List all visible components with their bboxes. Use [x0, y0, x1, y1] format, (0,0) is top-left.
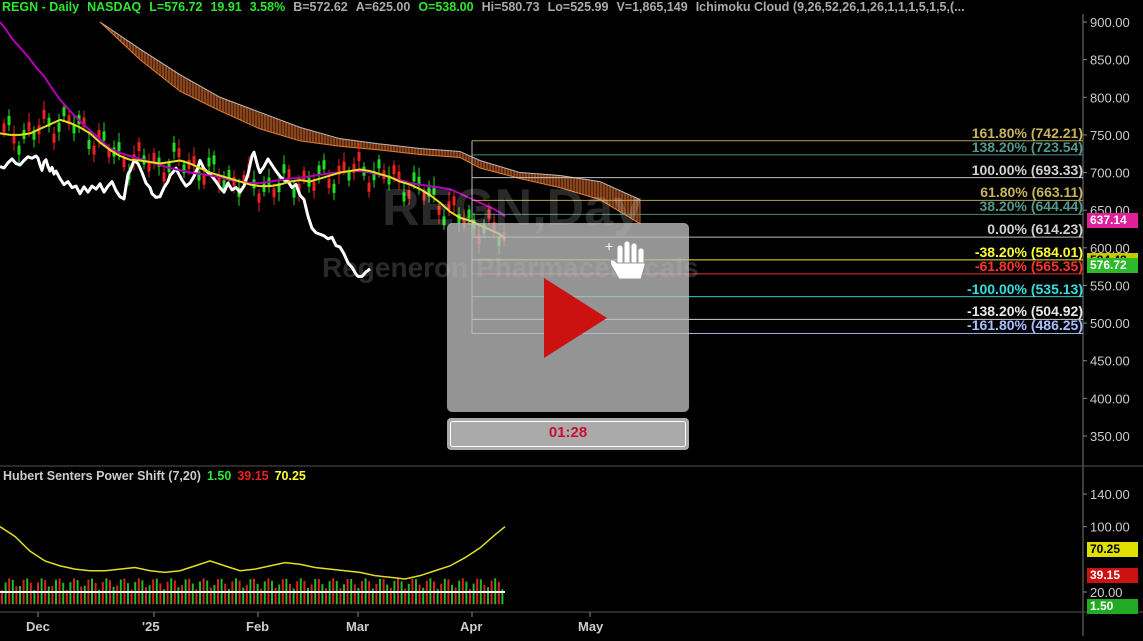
- play-icon[interactable]: [447, 223, 689, 412]
- indicator-value-2: 39.15: [237, 469, 269, 483]
- candle-body: [262, 182, 266, 192]
- candle-body: [257, 193, 261, 203]
- indicator-tick-label: 100.00: [1090, 520, 1130, 535]
- candle-body: [202, 175, 206, 185]
- time-tick-label: Mar: [346, 619, 369, 634]
- time-tick-label: '25: [142, 619, 160, 634]
- price-tag: 576.72: [1087, 258, 1138, 274]
- indicator-tick-label: 140.00: [1090, 487, 1130, 502]
- video-time-bar[interactable]: 01:28: [447, 418, 689, 450]
- price-tick-label: 850.00: [1090, 53, 1130, 68]
- indicator-header: Hubert Senters Power Shift (7,20) 1.50 39.…: [3, 469, 312, 483]
- chart-header: REGN - Daily NASDAQ L=576.72 19.91 3.58% B=57…: [2, 0, 973, 14]
- candle-body: [207, 157, 211, 167]
- candle-body: [162, 172, 166, 182]
- candle-body: [122, 158, 126, 168]
- fib-level-label: -61.80% (565.35): [974, 257, 1083, 274]
- candle-body: [42, 109, 46, 119]
- price-tick-label: 450.00: [1090, 354, 1130, 369]
- candle-body: [52, 133, 56, 143]
- video-player-overlay[interactable]: +: [447, 223, 689, 412]
- candle-body: [147, 162, 151, 172]
- change-pct: 3.58%: [249, 0, 286, 14]
- ask-value: A=625.00: [355, 0, 411, 14]
- candle-body: [367, 182, 371, 192]
- change-value: 19.91: [210, 0, 242, 14]
- time-tick-label: Dec: [26, 619, 50, 634]
- candle-body: [292, 188, 296, 198]
- indicator-value-1: 1.50: [206, 469, 232, 483]
- fib-level-label: 100.00% (693.33): [971, 161, 1083, 178]
- candle-body: [312, 181, 316, 191]
- candle-body: [92, 145, 96, 155]
- candle-body: [7, 116, 11, 126]
- indicator-tag: 70.25: [1087, 542, 1138, 557]
- high-value: Hi=580.73: [481, 0, 540, 14]
- candle-body: [137, 141, 141, 151]
- fib-level-label: -100.00% (535.13): [967, 280, 1083, 297]
- price-tick-label: 750.00: [1090, 128, 1130, 143]
- candle-body: [27, 121, 31, 131]
- price-tag: 637.14: [1087, 212, 1138, 228]
- price-tick-label: 500.00: [1090, 316, 1130, 331]
- exchange-label: NASDAQ: [87, 0, 142, 14]
- candle-body: [102, 131, 106, 141]
- candle-body: [57, 122, 61, 132]
- fib-level-label: 38.20% (644.44): [979, 198, 1083, 215]
- candle-body: [282, 164, 286, 174]
- indicator-tag: 1.50: [1087, 599, 1138, 614]
- candle-body: [212, 155, 216, 165]
- video-time: 01:28: [548, 424, 588, 441]
- candle-body: [317, 165, 321, 175]
- study-label: Ichimoku Cloud (9,26,52,26,1,26,1,1,1,5,…: [695, 0, 965, 14]
- candle-body: [17, 145, 21, 155]
- candle-body: [327, 179, 331, 189]
- price-tick-label: 550.00: [1090, 278, 1130, 293]
- volume-value: V=1,865,149: [616, 0, 688, 14]
- time-tick-label: May: [578, 619, 604, 634]
- fib-level-label: 0.00% (614.23): [987, 221, 1083, 238]
- price-tick-label: 350.00: [1090, 429, 1130, 444]
- svg-text:+: +: [605, 238, 613, 254]
- candle-body: [172, 142, 176, 152]
- candle-body: [342, 161, 346, 171]
- time-tick-label: Apr: [460, 619, 482, 634]
- candle-body: [347, 171, 351, 181]
- candle-body: [152, 152, 156, 162]
- candle-body: [62, 107, 66, 117]
- price-tick-label: 900.00: [1090, 15, 1130, 30]
- bid-value: B=572.62: [293, 0, 348, 14]
- candle-body: [272, 188, 276, 198]
- candle-body: [177, 148, 181, 158]
- candle-body: [392, 165, 396, 175]
- time-tick-label: Feb: [246, 619, 269, 634]
- indicator-tick-label: 20.00: [1090, 585, 1123, 600]
- indicator-line: [0, 526, 506, 580]
- candle-body: [287, 169, 291, 179]
- candle-body: [322, 160, 326, 170]
- candle-body: [357, 152, 361, 162]
- fib-level-label: 138.20% (723.54): [971, 138, 1083, 155]
- price-tick-label: 800.00: [1090, 90, 1130, 105]
- price-tick-label: 700.00: [1090, 166, 1130, 181]
- symbol-label: REGN - Daily: [2, 0, 80, 14]
- indicator-name: Hubert Senters Power Shift (7,20): [3, 469, 201, 483]
- candle-body: [377, 159, 381, 169]
- price-tick-label: 400.00: [1090, 391, 1130, 406]
- candle-body: [332, 183, 336, 193]
- indicator-value-3: 70.25: [274, 469, 306, 483]
- fib-level-label: -161.80% (486.25): [967, 317, 1083, 334]
- candle-body: [87, 139, 91, 150]
- hand-cursor-icon: +: [605, 238, 646, 280]
- indicator-tag: 39.15: [1087, 568, 1138, 583]
- last-price: L=576.72: [149, 0, 203, 14]
- candle-body: [2, 123, 6, 133]
- open-value: O=538.00: [418, 0, 474, 14]
- low-value: Lo=525.99: [547, 0, 609, 14]
- candle-body: [117, 142, 121, 152]
